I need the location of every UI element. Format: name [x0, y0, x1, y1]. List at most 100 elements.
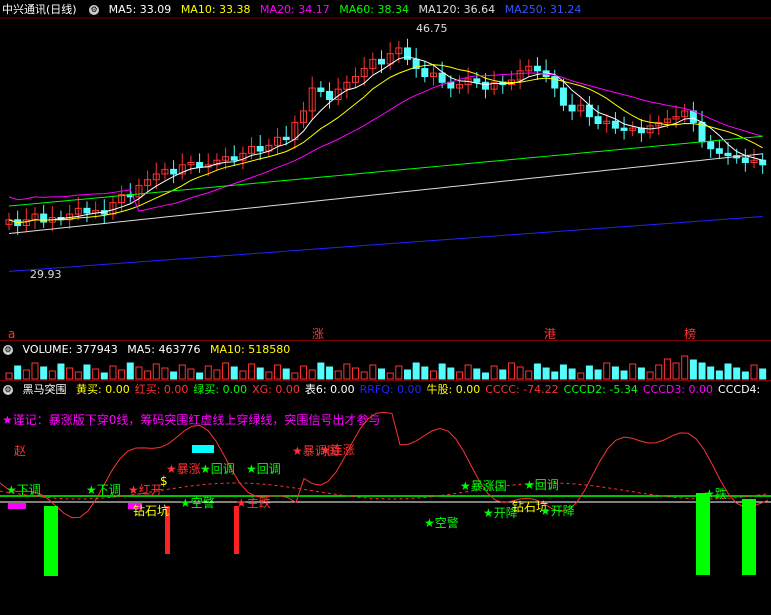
volume-bar	[637, 367, 645, 380]
volume-bar	[412, 362, 420, 380]
volume-bar	[594, 369, 602, 380]
volume-bar	[473, 368, 481, 380]
volume-bar	[447, 367, 455, 380]
candle-body	[230, 156, 238, 161]
volume-bar	[533, 363, 541, 380]
candle-body	[620, 127, 628, 131]
indicator-panel: ⚙ 黑马突围 黄买: 0.00 红买: 0.00 绿买: 0.00 XG: 0.00 表…	[0, 381, 771, 615]
indicator-chart[interactable]: 赵★下调 ★下调 ★红开钻石坑★回调★空警 ★主跌★暴涨 ★回调★暴调国★连涨★空警★暴…	[0, 381, 771, 615]
marker-port: 港	[544, 327, 556, 340]
volume-bar	[126, 362, 134, 380]
volume-bar	[585, 365, 593, 380]
high-price-label: 46.75	[416, 22, 448, 35]
volume-bar	[698, 362, 706, 380]
volume-bar	[222, 362, 230, 380]
volume-bar	[57, 363, 65, 380]
marker-a: a	[8, 327, 15, 340]
volume-bar	[265, 371, 273, 380]
volume-bar	[74, 371, 82, 380]
candle-body	[715, 148, 723, 154]
signal-label: ★红开	[128, 482, 163, 497]
volume-bar	[559, 364, 567, 380]
volume-bar	[499, 369, 507, 380]
volume-bar	[542, 367, 550, 380]
volume-bar	[178, 364, 186, 380]
candle-body	[196, 162, 204, 168]
signal-label: $	[160, 474, 168, 488]
volume-bar	[733, 367, 741, 380]
signal-label: ★开降	[540, 504, 575, 518]
volume-bar	[464, 364, 472, 380]
volume-bar	[750, 364, 758, 380]
signal-bar	[742, 499, 756, 575]
marker-list: 榜	[684, 326, 696, 340]
volume-bar	[239, 370, 247, 380]
ma250-line	[8, 216, 763, 272]
candle-body	[551, 76, 559, 89]
volume-bar	[48, 370, 56, 380]
volume-bar	[343, 363, 351, 380]
main-chart-panel: 中兴通讯(日线) ⚙ MA5: 33.09 MA10: 33.38 MA20: …	[0, 0, 771, 340]
candle-body	[170, 168, 178, 175]
volume-bar	[421, 366, 429, 380]
candle-body	[533, 65, 541, 72]
signal-label: ★跌	[704, 486, 727, 501]
volume-bar	[403, 369, 411, 380]
volume-bar	[429, 370, 437, 380]
volume-panel: ⚙ VOLUME: 377943 MA5: 463776 MA10: 51858…	[0, 341, 771, 380]
ma60-line	[8, 135, 763, 207]
volume-bar	[14, 365, 22, 380]
volume-bar	[109, 365, 117, 380]
signal-block	[8, 503, 26, 509]
volume-bar	[187, 368, 195, 380]
candle-body	[438, 72, 446, 83]
volume-bar	[300, 365, 308, 380]
signal-label: ★连涨	[320, 442, 355, 457]
volume-bar	[274, 364, 282, 380]
volume-bar	[66, 367, 74, 380]
volume-bar	[40, 366, 48, 380]
volume-bar	[118, 369, 126, 380]
signal-label: ★暴涨国	[460, 478, 507, 493]
candle-body	[741, 157, 749, 164]
volume-bar	[455, 371, 463, 380]
volume-bar	[31, 362, 39, 380]
candle-body	[707, 141, 715, 150]
candle-body	[611, 120, 619, 129]
volume-bar	[360, 371, 368, 380]
volume-chart[interactable]	[0, 341, 771, 380]
volume-bar	[689, 359, 697, 380]
volume-bar	[230, 366, 238, 380]
volume-bar	[369, 364, 377, 380]
volume-bar	[282, 368, 290, 380]
volume-bar	[672, 362, 680, 380]
candle-body	[559, 87, 567, 106]
candle-body	[473, 78, 481, 83]
volume-bar	[707, 366, 715, 380]
volume-bar	[611, 366, 619, 380]
volume-bar	[715, 370, 723, 380]
volume-bar	[759, 368, 767, 380]
volume-bar	[620, 370, 628, 380]
signal-label: ★主跌	[236, 495, 271, 510]
volume-bar	[334, 370, 342, 380]
signal-label: ★回调	[524, 478, 559, 492]
volume-bar	[317, 362, 325, 380]
volume-bar	[378, 368, 386, 380]
volume-bar	[161, 367, 169, 380]
volume-bar	[326, 366, 334, 380]
volume-bar	[663, 358, 671, 380]
candle-body	[481, 81, 489, 90]
volume-bar	[256, 367, 264, 380]
candle-body	[689, 110, 697, 123]
candle-body	[40, 213, 48, 223]
volume-bar	[603, 362, 611, 380]
candlestick-chart[interactable]: 46.75 29.93 a 涨 港 榜	[0, 0, 771, 340]
volume-bar	[490, 365, 498, 380]
marker-rise: 涨	[312, 326, 324, 340]
volume-bar	[516, 366, 524, 380]
volume-bar	[92, 368, 100, 380]
volume-bar	[629, 363, 637, 380]
signal-label: ★下调	[6, 483, 41, 497]
candle-body	[282, 136, 290, 141]
